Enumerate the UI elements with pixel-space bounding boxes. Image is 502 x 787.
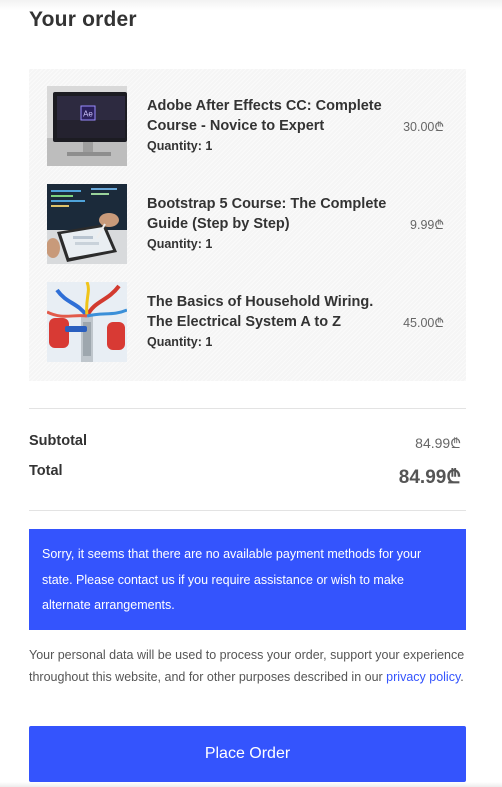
total-value: 84.99₾ xyxy=(398,467,461,488)
tablet-coding-icon xyxy=(47,184,127,264)
bottom-shadow xyxy=(0,782,502,787)
total-label: Total xyxy=(29,463,63,479)
privacy-notice-suffix: . xyxy=(460,669,464,684)
item-quantity: Quantity: 1 xyxy=(147,237,212,251)
payment-unavailable-notice: Sorry, it seems that there are no availa… xyxy=(29,529,466,630)
quantity-value: 1 xyxy=(205,237,213,251)
item-name: The Basics of Household Wiring. The Elec… xyxy=(147,294,374,330)
subtotal-label: Subtotal xyxy=(29,433,87,449)
course-thumbnail xyxy=(47,282,127,362)
subtotal-value: 84.99₾ xyxy=(415,435,461,451)
list-item: Bootstrap 5 Course: The Complete Guide (… xyxy=(29,184,466,266)
course-thumbnail: Ae xyxy=(47,86,127,166)
item-price: 9.99₾ xyxy=(410,218,444,232)
place-order-button[interactable]: Place Order xyxy=(29,726,466,782)
item-name: Bootstrap 5 Course: The Complete Guide (… xyxy=(147,196,387,232)
item-price: 45.00₾ xyxy=(403,316,444,330)
course-thumbnail xyxy=(47,184,127,264)
item-price: 30.00₾ xyxy=(403,120,444,134)
quantity-value: 1 xyxy=(205,139,213,153)
page-title: Your order xyxy=(29,8,137,31)
list-item: Ae Adobe After Effects CC: Complete Cour… xyxy=(29,86,466,168)
order-items-list: Ae Adobe After Effects CC: Complete Cour… xyxy=(29,69,466,381)
quantity-label: Quantity: xyxy=(147,237,202,251)
quantity-label: Quantity: xyxy=(147,139,202,153)
privacy-policy-link[interactable]: privacy policy xyxy=(386,670,460,684)
quantity-label: Quantity: xyxy=(147,335,202,349)
item-name: Adobe After Effects CC: Complete Course … xyxy=(147,98,382,134)
list-item: The Basics of Household Wiring. The Elec… xyxy=(29,282,466,364)
after-effects-logo-text: Ae xyxy=(83,110,93,119)
item-quantity: Quantity: 1 xyxy=(147,139,212,153)
quantity-value: 1 xyxy=(205,335,213,349)
divider xyxy=(29,408,466,409)
after-effects-monitor-icon: Ae xyxy=(47,86,127,166)
privacy-notice: Your personal data will be used to proce… xyxy=(29,645,466,688)
divider xyxy=(29,510,466,511)
electrical-wiring-icon xyxy=(47,282,127,362)
item-quantity: Quantity: 1 xyxy=(147,335,212,349)
